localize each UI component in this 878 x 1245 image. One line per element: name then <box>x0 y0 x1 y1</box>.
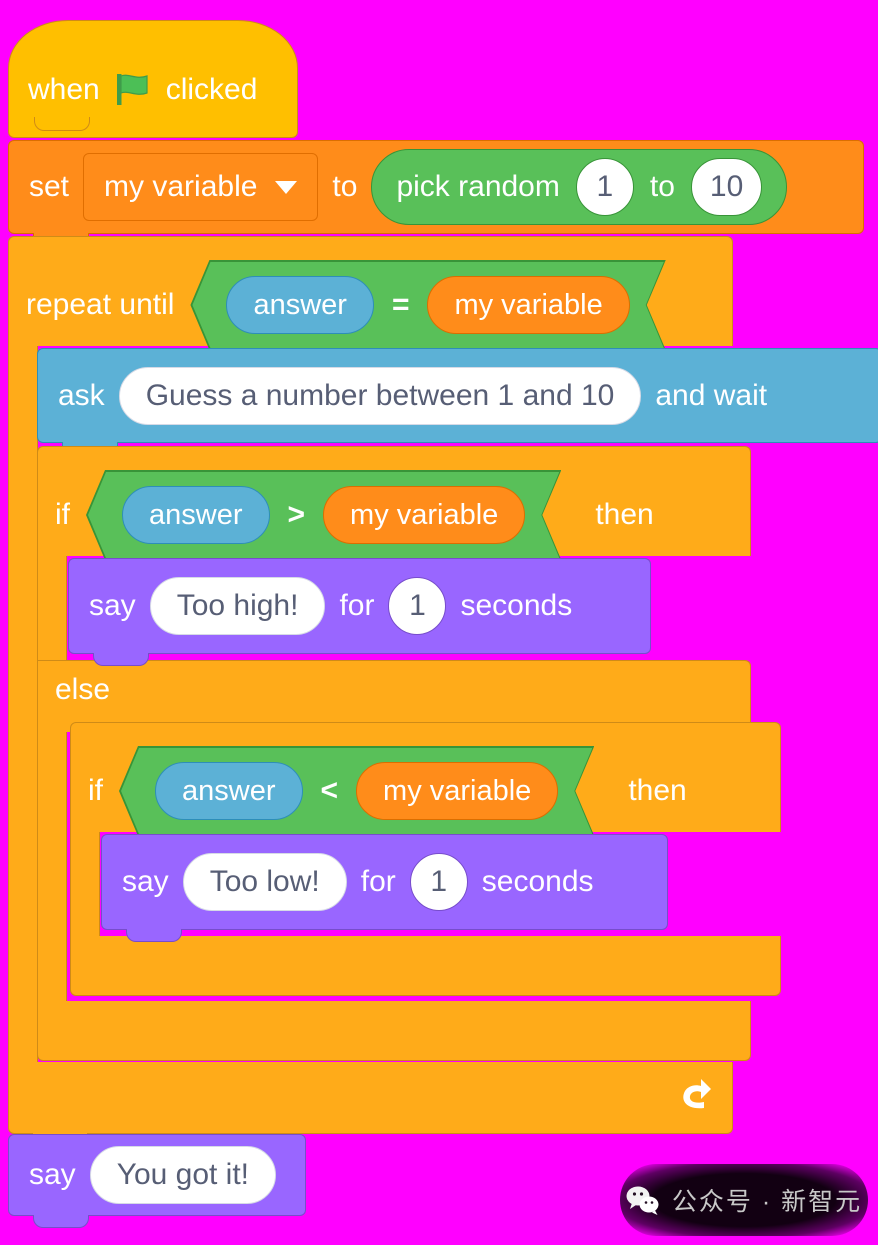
green-flag-icon <box>116 74 150 106</box>
say-for-label: for <box>360 865 396 898</box>
else-label: else <box>55 673 111 706</box>
say-too-low-seconds-input[interactable]: 1 <box>409 853 468 911</box>
set-to-label: to <box>332 170 358 203</box>
if-inner-label: if <box>88 774 103 807</box>
say-you-got-it-content: say You got it! <box>9 1146 277 1204</box>
else-left-spine <box>37 732 67 1030</box>
equals-symbol: = <box>391 288 410 321</box>
wechat-icon <box>626 1185 660 1215</box>
hat-block-content: when clicked <box>28 74 257 106</box>
block-say-too-high[interactable]: say Too high! for 1 seconds <box>68 558 651 666</box>
repeat-until-label: repeat until <box>26 288 175 321</box>
variable-dropdown-label: my variable <box>104 170 258 203</box>
answer-reporter[interactable]: answer <box>226 276 374 334</box>
if-outer-content: if answer > my variable then <box>55 472 654 558</box>
pick-random-label: pick random <box>396 170 560 203</box>
say-keyword-label: say <box>89 589 136 622</box>
say-too-low-content: say Too low! for 1 seconds <box>102 853 594 911</box>
if-outer-then-label: then <box>595 498 654 531</box>
clicked-label: clicked <box>165 73 258 106</box>
pick-random-to-input[interactable]: 10 <box>690 158 763 216</box>
set-block-content: set my variable to pick random 1 to 10 <box>9 149 788 225</box>
say-too-high-content: say Too high! for 1 seconds <box>69 577 572 635</box>
scratch-script-canvas: when clicked set my variable to pick ran… <box>0 0 878 1245</box>
block-ask-and-wait[interactable]: ask Guess a number between 1 and 10 and … <box>37 348 878 455</box>
say-keyword-label: say <box>29 1158 76 1191</box>
if-inner-left-spine <box>70 832 100 936</box>
greater-than-operator[interactable]: answer > my variable <box>88 472 559 558</box>
block-if-inner-footer[interactable] <box>70 936 781 996</box>
greater-than-symbol: > <box>287 498 306 531</box>
pick-random-from-input[interactable]: 1 <box>575 158 634 216</box>
say-you-got-it-message-input[interactable]: You got it! <box>89 1146 277 1204</box>
if-outer-label: if <box>55 498 70 531</box>
set-keyword-label: set <box>29 170 70 203</box>
ask-block-content: ask Guess a number between 1 and 10 and … <box>38 366 768 425</box>
repeat-until-content: repeat until answer = my variable <box>26 262 664 348</box>
say-for-label: for <box>339 589 375 622</box>
say-too-high-message-input[interactable]: Too high! <box>149 577 326 635</box>
if-inner-content: if answer < my variable then <box>88 748 687 834</box>
variable-dropdown[interactable]: my variable <box>83 153 319 221</box>
if-outer-left-spine <box>37 556 67 660</box>
watermark-badge: 公众号 · 新智元 <box>620 1164 868 1236</box>
answer-reporter[interactable]: answer <box>155 762 303 820</box>
say-keyword-label: say <box>122 865 169 898</box>
if-inner-then-label: then <box>628 774 687 807</box>
block-if-else-footer[interactable] <box>37 1001 751 1061</box>
hat-bottom-notch <box>34 117 90 131</box>
my-variable-reporter[interactable]: my variable <box>427 276 629 334</box>
block-set-variable[interactable]: set my variable to pick random 1 to 10 <box>8 140 864 246</box>
watermark-text: 公众号 · 新智元 <box>671 1188 863 1216</box>
ask-question-input[interactable]: Guess a number between 1 and 10 <box>118 366 642 425</box>
say-too-high-seconds-input[interactable]: 1 <box>388 577 447 635</box>
say-you-got-it-bottom-notch <box>33 1215 89 1228</box>
my-variable-reporter[interactable]: my variable <box>356 762 558 820</box>
block-say-you-got-it[interactable]: say You got it! <box>8 1134 306 1228</box>
my-variable-reporter[interactable]: my variable <box>323 486 525 544</box>
if-outer-condition[interactable]: answer > my variable <box>88 472 559 558</box>
block-say-too-low[interactable]: say Too low! for 1 seconds <box>101 834 668 942</box>
say-too-high-bottom-notch <box>93 653 149 666</box>
repeat-until-condition[interactable]: answer = my variable <box>192 262 663 348</box>
pick-random-to-label: to <box>649 170 675 203</box>
say-too-low-message-input[interactable]: Too low! <box>182 853 347 911</box>
ask-keyword-label: ask <box>58 378 105 412</box>
block-repeat-until-footer[interactable] <box>8 1062 733 1134</box>
ask-and-wait-label: and wait <box>655 378 768 412</box>
say-too-low-bottom-notch <box>126 929 182 942</box>
repeat-until-left-spine <box>8 346 38 1098</box>
say-seconds-label: seconds <box>481 865 594 898</box>
say-seconds-label: seconds <box>460 589 573 622</box>
if-inner-condition[interactable]: answer < my variable <box>121 748 592 834</box>
answer-reporter[interactable]: answer <box>122 486 270 544</box>
less-than-operator[interactable]: answer < my variable <box>121 748 592 834</box>
chevron-down-icon <box>275 180 298 194</box>
when-label: when <box>28 73 100 106</box>
block-pick-random[interactable]: pick random 1 to 10 <box>371 149 788 225</box>
equals-operator[interactable]: answer = my variable <box>192 262 663 348</box>
less-than-symbol: < <box>320 774 339 807</box>
